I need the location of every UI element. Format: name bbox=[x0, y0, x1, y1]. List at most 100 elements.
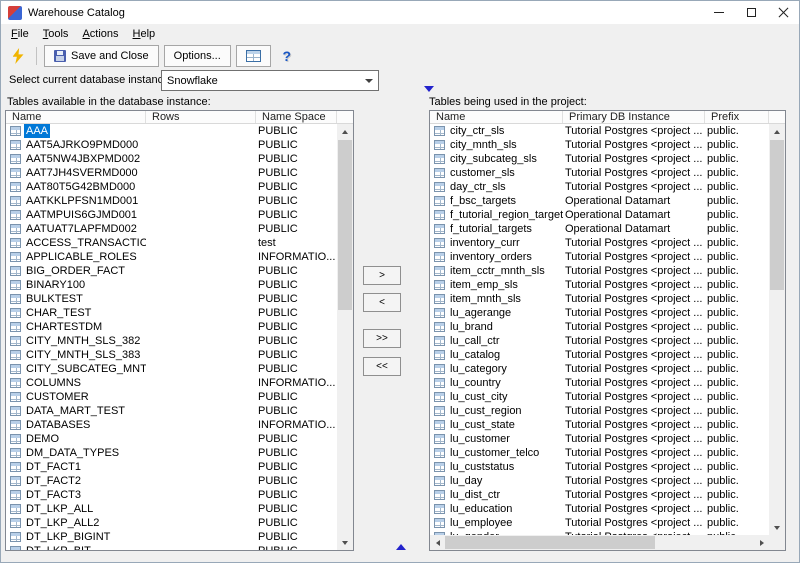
table-row[interactable]: CITY_MNTH_SLS_382PUBLIC bbox=[6, 334, 337, 348]
table-row[interactable]: lu_catalogTutorial Postgres <project ...… bbox=[430, 348, 769, 362]
table-row[interactable]: lu_educationTutorial Postgres <project .… bbox=[430, 502, 769, 516]
table-row[interactable]: AAT80T5G42BMD000PUBLIC bbox=[6, 180, 337, 194]
scroll-down-icon[interactable] bbox=[769, 520, 785, 535]
table-row[interactable]: lu_dayTutorial Postgres <project ...publ… bbox=[430, 474, 769, 488]
maximize-button[interactable] bbox=[735, 1, 767, 24]
column-header-name[interactable]: Name bbox=[6, 111, 146, 123]
table-row[interactable]: day_ctr_slsTutorial Postgres <project ..… bbox=[430, 180, 769, 194]
table-row[interactable]: DT_FACT3PUBLIC bbox=[6, 488, 337, 502]
table-row[interactable]: CITY_MNTH_SLS_383PUBLIC bbox=[6, 348, 337, 362]
cell-prefix: public. bbox=[705, 334, 769, 348]
table-row[interactable]: f_tutorial_targetsOperational Datamartpu… bbox=[430, 222, 769, 236]
table-row[interactable]: COLUMNSINFORMATIO... bbox=[6, 376, 337, 390]
table-row[interactable]: CUSTOMERPUBLIC bbox=[6, 390, 337, 404]
table-row[interactable]: item_emp_slsTutorial Postgres <project .… bbox=[430, 278, 769, 292]
remove-table-button[interactable]: < bbox=[363, 293, 401, 312]
scrollbar-thumb[interactable] bbox=[770, 140, 784, 290]
table-row[interactable]: BIG_ORDER_FACTPUBLIC bbox=[6, 264, 337, 278]
table-row[interactable]: lu_customer_telcoTutorial Postgres <proj… bbox=[430, 446, 769, 460]
table-row[interactable]: lu_cust_cityTutorial Postgres <project .… bbox=[430, 390, 769, 404]
table-row[interactable]: DT_LKP_BITPUBLIC bbox=[6, 544, 337, 550]
scrollbar-thumb[interactable] bbox=[445, 536, 655, 549]
add-all-tables-button[interactable]: >> bbox=[363, 329, 401, 348]
table-row[interactable]: lu_dist_ctrTutorial Postgres <project ..… bbox=[430, 488, 769, 502]
table-icon bbox=[434, 182, 445, 192]
column-header-rows[interactable]: Rows bbox=[146, 111, 256, 123]
combo-dropdown-button[interactable] bbox=[360, 72, 377, 89]
table-row[interactable]: f_bsc_targetsOperational Datamartpublic. bbox=[430, 194, 769, 208]
help-button[interactable]: ? bbox=[276, 45, 298, 67]
table-row[interactable]: DEMOPUBLIC bbox=[6, 432, 337, 446]
menu-help[interactable]: Help bbox=[126, 26, 163, 42]
database-instance-select[interactable]: Snowflake bbox=[161, 70, 379, 91]
column-header-prefix[interactable]: Prefix bbox=[705, 111, 769, 123]
table-row[interactable]: item_mnth_slsTutorial Postgres <project … bbox=[430, 292, 769, 306]
grid-view-button[interactable] bbox=[236, 45, 271, 67]
project-tables-vscrollbar[interactable] bbox=[769, 124, 785, 535]
table-row[interactable]: customer_slsTutorial Postgres <project .… bbox=[430, 166, 769, 180]
collapse-panel-arrow-icon[interactable] bbox=[424, 86, 434, 92]
table-row[interactable]: BINARY100PUBLIC bbox=[6, 278, 337, 292]
table-row[interactable]: CHAR_TESTPUBLIC bbox=[6, 306, 337, 320]
scroll-left-icon[interactable] bbox=[430, 535, 445, 550]
execute-button[interactable] bbox=[7, 45, 29, 67]
table-row[interactable]: lu_countryTutorial Postgres <project ...… bbox=[430, 376, 769, 390]
scroll-right-icon[interactable] bbox=[754, 535, 769, 550]
table-row[interactable]: lu_cust_stateTutorial Postgres <project … bbox=[430, 418, 769, 432]
add-table-button[interactable]: > bbox=[363, 266, 401, 285]
table-row[interactable]: DATABASESINFORMATIO... bbox=[6, 418, 337, 432]
table-row[interactable]: lu_cust_regionTutorial Postgres <project… bbox=[430, 404, 769, 418]
table-row[interactable]: city_subcateg_slsTutorial Postgres <proj… bbox=[430, 152, 769, 166]
table-row[interactable]: city_ctr_slsTutorial Postgres <project .… bbox=[430, 124, 769, 138]
table-row[interactable]: DT_FACT2PUBLIC bbox=[6, 474, 337, 488]
scroll-up-icon[interactable] bbox=[337, 124, 353, 139]
table-row[interactable]: city_mnth_slsTutorial Postgres <project … bbox=[430, 138, 769, 152]
table-row[interactable]: f_tutorial_region_targetsOperational Dat… bbox=[430, 208, 769, 222]
table-row[interactable]: AAAPUBLIC bbox=[6, 124, 337, 138]
menu-file[interactable]: File bbox=[4, 26, 36, 42]
menu-actions[interactable]: Actions bbox=[75, 26, 125, 42]
table-row[interactable]: inventory_ordersTutorial Postgres <proje… bbox=[430, 250, 769, 264]
table-row[interactable]: lu_agerangeTutorial Postgres <project ..… bbox=[430, 306, 769, 320]
table-row[interactable]: DT_LKP_ALL2PUBLIC bbox=[6, 516, 337, 530]
table-row[interactable]: lu_call_ctrTutorial Postgres <project ..… bbox=[430, 334, 769, 348]
table-row[interactable]: DT_LKP_BIGINTPUBLIC bbox=[6, 530, 337, 544]
menu-tools[interactable]: Tools bbox=[36, 26, 76, 42]
table-row[interactable]: item_cctr_mnth_slsTutorial Postgres <pro… bbox=[430, 264, 769, 278]
scroll-up-icon[interactable] bbox=[769, 124, 785, 139]
table-row[interactable]: DM_DATA_TYPESPUBLIC bbox=[6, 446, 337, 460]
table-row[interactable]: DT_LKP_ALLPUBLIC bbox=[6, 502, 337, 516]
remove-all-tables-button[interactable]: << bbox=[363, 357, 401, 376]
expand-panel-arrow-icon[interactable] bbox=[396, 544, 406, 550]
options-button[interactable]: Options... bbox=[164, 45, 231, 67]
minimize-button[interactable] bbox=[703, 1, 735, 24]
table-row[interactable]: lu_customerTutorial Postgres <project ..… bbox=[430, 432, 769, 446]
table-row[interactable]: AATMPUIS6GJMD001PUBLIC bbox=[6, 208, 337, 222]
table-row[interactable]: BULKTESTPUBLIC bbox=[6, 292, 337, 306]
table-row[interactable]: AATKKLPFSN1MD001PUBLIC bbox=[6, 194, 337, 208]
table-row[interactable]: APPLICABLE_ROLESINFORMATIO... bbox=[6, 250, 337, 264]
table-row[interactable]: lu_employeeTutorial Postgres <project ..… bbox=[430, 516, 769, 530]
column-header-namespace[interactable]: Name Space bbox=[256, 111, 337, 123]
table-row[interactable]: ACCESS_TRANSACTION...test bbox=[6, 236, 337, 250]
table-row[interactable]: lu_custstatusTutorial Postgres <project … bbox=[430, 460, 769, 474]
table-row[interactable]: CITY_SUBCATEG_MNTH...PUBLIC bbox=[6, 362, 337, 376]
table-row[interactable]: AAT7JH4SVERMD000PUBLIC bbox=[6, 166, 337, 180]
scroll-down-icon[interactable] bbox=[337, 535, 353, 550]
column-header-name[interactable]: Name bbox=[430, 111, 563, 123]
close-button[interactable] bbox=[767, 1, 799, 24]
table-row[interactable]: inventory_currTutorial Postgres <project… bbox=[430, 236, 769, 250]
table-row[interactable]: lu_categoryTutorial Postgres <project ..… bbox=[430, 362, 769, 376]
table-row[interactable]: DATA_MART_TESTPUBLIC bbox=[6, 404, 337, 418]
column-header-primary-db-instance[interactable]: Primary DB Instance bbox=[563, 111, 705, 123]
table-row[interactable]: AATUAT7LAPFMD002PUBLIC bbox=[6, 222, 337, 236]
table-row[interactable]: DT_FACT1PUBLIC bbox=[6, 460, 337, 474]
scrollbar-thumb[interactable] bbox=[338, 140, 352, 310]
project-tables-hscrollbar[interactable] bbox=[430, 535, 769, 550]
save-and-close-button[interactable]: Save and Close bbox=[44, 45, 159, 67]
available-tables-vscrollbar[interactable] bbox=[337, 124, 353, 550]
table-row[interactable]: AAT5AJRKO9PMD000PUBLIC bbox=[6, 138, 337, 152]
table-row[interactable]: AAT5NW4JBXPMD002PUBLIC bbox=[6, 152, 337, 166]
table-row[interactable]: lu_brandTutorial Postgres <project ...pu… bbox=[430, 320, 769, 334]
table-row[interactable]: CHARTESTDMPUBLIC bbox=[6, 320, 337, 334]
